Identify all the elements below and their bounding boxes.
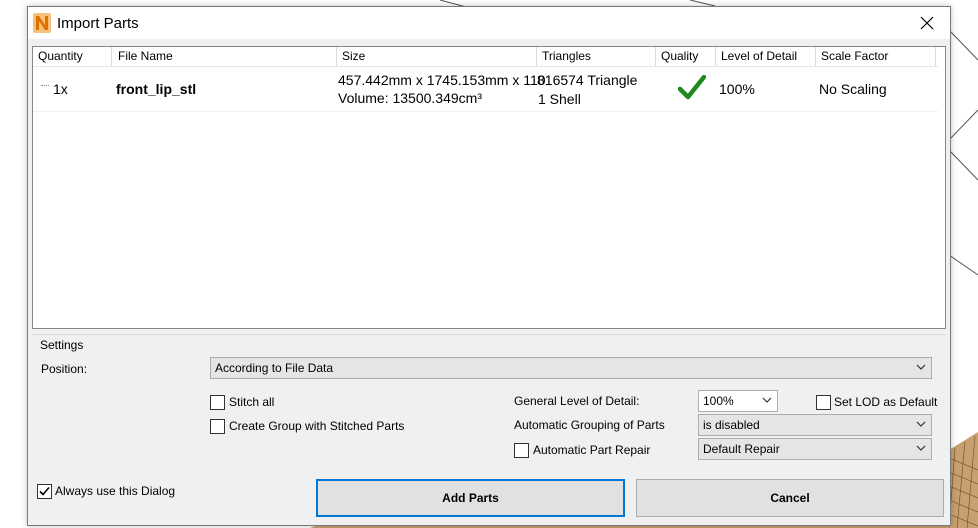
general-lod-value: 100% <box>703 394 734 408</box>
add-parts-button[interactable]: Add Parts <box>316 479 625 517</box>
always-use-checkbox[interactable] <box>37 484 52 499</box>
repair-dropdown[interactable]: Default Repair <box>698 438 932 460</box>
chevron-down-icon <box>916 421 926 427</box>
column-header-triangles[interactable]: Triangles <box>537 47 656 66</box>
settings-section: Settings Position: According to File Dat… <box>32 334 946 466</box>
auto-repair-checkbox[interactable] <box>514 443 529 458</box>
auto-grouping-value: is disabled <box>703 418 760 432</box>
checkmark-icon <box>678 75 706 100</box>
size-cell: 457.442mm x 1745.153mm x 110 <box>338 72 546 88</box>
table-row[interactable]: 1x front_lip_stl 457.442mm x 1745.153mm … <box>33 71 938 112</box>
set-lod-default-label: Set LOD as Default <box>834 395 938 409</box>
header-divider <box>33 66 938 67</box>
close-icon <box>920 16 934 30</box>
file-name-cell: front_lip_stl <box>116 81 197 97</box>
column-header-quantity[interactable]: Quantity <box>33 47 112 66</box>
volume-cell: Volume: 13500.349cm³ <box>338 90 482 106</box>
position-dropdown[interactable]: According to File Data <box>210 357 932 379</box>
app-logo-icon <box>33 13 51 33</box>
quantity-cell: 1x <box>53 81 68 97</box>
general-lod-dropdown[interactable]: 100% <box>698 390 778 412</box>
window-title: Import Parts <box>57 15 139 32</box>
column-header-quality[interactable]: Quality <box>656 47 716 66</box>
shells-cell: 1 Shell <box>538 91 581 107</box>
auto-grouping-label: Automatic Grouping of Parts <box>514 418 665 432</box>
stitch-all-label: Stitch all <box>229 395 275 409</box>
set-lod-default-checkbox[interactable] <box>816 395 831 410</box>
create-group-checkbox[interactable] <box>210 419 225 434</box>
general-lod-label: General Level of Detail: <box>514 394 640 408</box>
column-header-level-of-detail[interactable]: Level of Detail <box>716 47 816 66</box>
tree-connector <box>41 85 49 86</box>
import-parts-dialog: Import Parts Quantity File Name Size Tri… <box>27 6 951 526</box>
column-header-file-name[interactable]: File Name <box>113 47 337 66</box>
chevron-down-icon <box>762 397 772 403</box>
stitch-all-checkbox[interactable] <box>210 395 225 410</box>
triangles-cell: 816574 Triangle <box>537 72 638 88</box>
create-group-label: Create Group with Stitched Parts <box>229 419 405 433</box>
chevron-down-icon <box>916 364 926 370</box>
column-header-scale-factor[interactable]: Scale Factor <box>816 47 936 66</box>
always-use-label: Always use this Dialog <box>55 484 176 498</box>
repair-value: Default Repair <box>703 442 780 456</box>
cancel-button[interactable]: Cancel <box>636 479 944 517</box>
position-label: Position: <box>41 362 88 376</box>
close-button[interactable] <box>904 7 950 39</box>
auto-repair-label: Automatic Part Repair <box>533 443 651 457</box>
chevron-down-icon <box>916 445 926 451</box>
level-of-detail-cell: 100% <box>719 81 755 97</box>
settings-title: Settings <box>40 338 84 352</box>
position-value: According to File Data <box>215 361 334 375</box>
scale-factor-cell: No Scaling <box>819 81 887 97</box>
parts-list[interactable]: Quantity File Name Size Triangles Qualit… <box>32 46 946 329</box>
auto-grouping-dropdown[interactable]: is disabled <box>698 414 932 436</box>
title-bar: Import Parts <box>28 7 950 39</box>
checkmark-icon <box>39 486 50 496</box>
column-header-size[interactable]: Size <box>337 47 537 66</box>
